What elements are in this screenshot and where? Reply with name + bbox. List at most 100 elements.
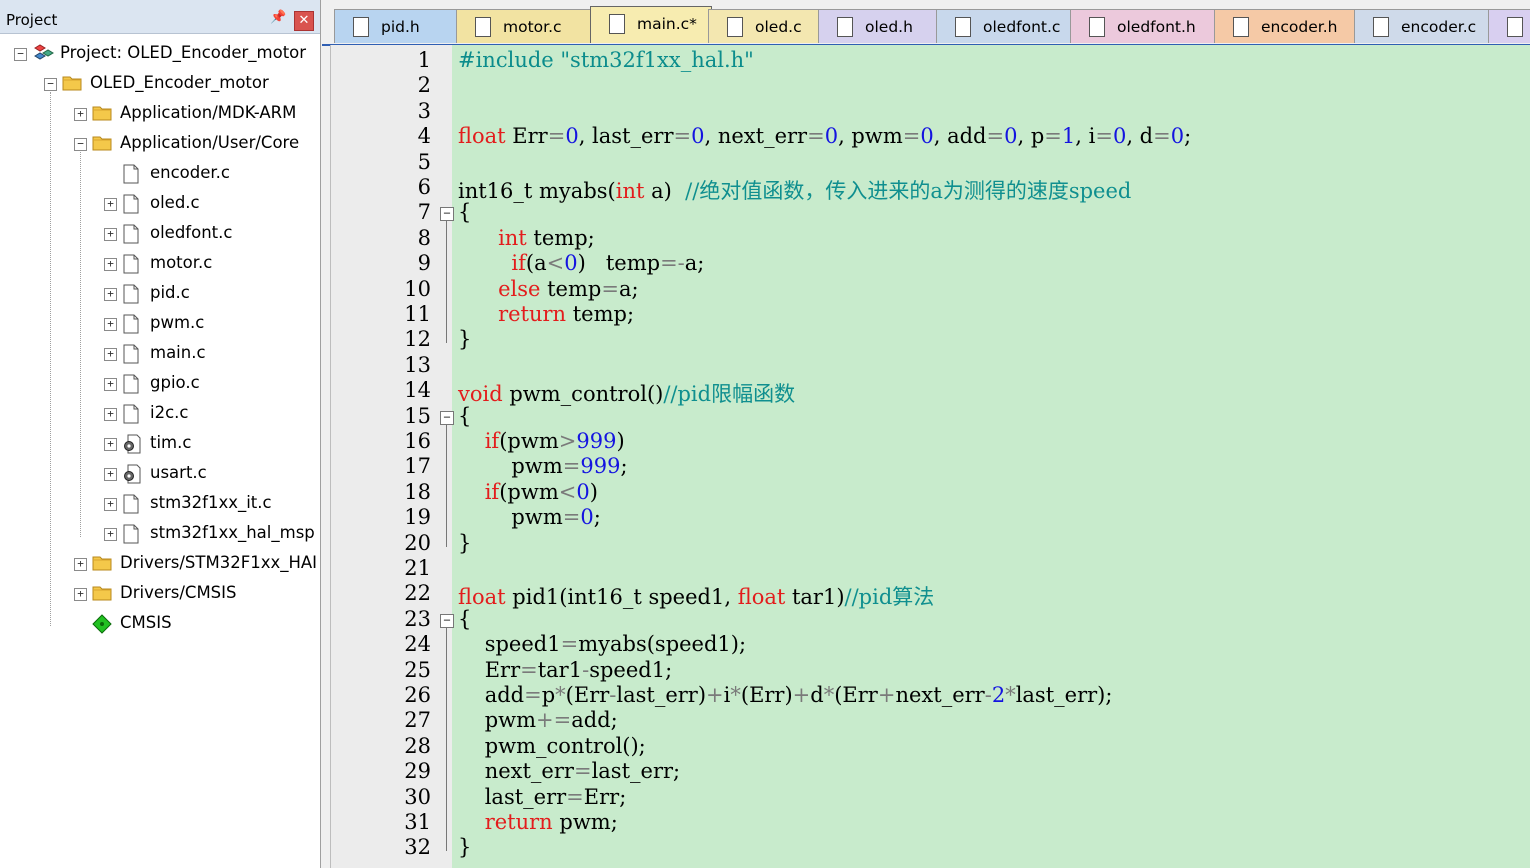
tree-item[interactable]: + usart.c: [0, 459, 318, 489]
line-number: 3: [417, 98, 431, 123]
tab-pid.h[interactable]: pid.h: [334, 9, 460, 43]
tree-item-label: stm32f1xx_hal_msp: [150, 523, 315, 542]
tab-main.c*[interactable]: main.c*: [590, 6, 712, 43]
tree-item[interactable]: − OLED_Encoder_motor: [0, 69, 318, 99]
code-token: float: [458, 124, 506, 149]
line-number: 25: [404, 657, 431, 682]
code-token: 0: [1170, 124, 1185, 149]
file-icon: [837, 17, 853, 37]
code-token: pwm_control();: [458, 733, 646, 758]
code-token: last_err);: [1015, 683, 1113, 707]
code-token: 2: [991, 683, 1006, 707]
expand-icon[interactable]: +: [104, 528, 117, 541]
file-icon: [955, 17, 971, 37]
code-line: int temp;: [458, 226, 595, 250]
tree-item[interactable]: + Drivers/CMSIS: [0, 579, 318, 609]
code-token: myabs(speed1);: [578, 632, 747, 657]
code-line: #include "stm32f1xx_hal.h": [458, 48, 754, 72]
folder-icon: [92, 554, 112, 574]
tab-encoder.h[interactable]: encoder.h: [1214, 9, 1358, 43]
tree-item-label: motor.c: [150, 253, 213, 272]
expand-icon[interactable]: +: [104, 348, 117, 361]
code-token: 999: [580, 454, 621, 479]
fold-toggle-icon[interactable]: −: [440, 613, 454, 628]
tree-item[interactable]: + gpio.c: [0, 369, 318, 399]
tree-item[interactable]: − Project: OLED_Encoder_motor: [0, 39, 318, 69]
tree-item[interactable]: + i2c.c: [0, 399, 318, 429]
code-token: ): [616, 429, 625, 453]
pin-icon[interactable]: 📌: [270, 10, 286, 25]
tree-item[interactable]: + main.c: [0, 339, 318, 369]
expand-icon[interactable]: +: [104, 288, 117, 301]
code-token: //pid算法: [844, 585, 935, 610]
expand-icon[interactable]: +: [74, 558, 87, 571]
code-token: , add: [933, 124, 987, 149]
code-token: =: [1153, 124, 1171, 149]
expand-icon[interactable]: +: [104, 228, 117, 241]
code-line: float Err=0, last_err=0, next_err=0, pwm…: [458, 124, 1191, 148]
expand-icon[interactable]: +: [104, 378, 117, 391]
tree-item[interactable]: + pwm.c: [0, 309, 318, 339]
fold-toggle-icon[interactable]: −: [440, 410, 454, 425]
tab-encoder.c[interactable]: encoder.c: [1354, 9, 1492, 43]
expand-icon[interactable]: +: [104, 408, 117, 421]
code-token: return: [484, 810, 553, 834]
file-icon: [1089, 17, 1105, 37]
close-icon[interactable]: ✕: [294, 11, 314, 31]
code-line: }: [458, 531, 471, 555]
expand-icon[interactable]: +: [104, 468, 117, 481]
tree-item[interactable]: − Application/User/Core: [0, 129, 318, 159]
fold-toggle-icon[interactable]: −: [440, 207, 454, 222]
line-number: 1: [417, 48, 431, 72]
tab-label: encoder.c: [1401, 18, 1477, 36]
tree-item[interactable]: + stm32f1xx_it.c: [0, 489, 318, 519]
code-token: add;: [571, 708, 618, 733]
code-line: add=p*(Err-last_err)+i*(Err)+d*(Err+next…: [458, 683, 1113, 707]
expand-icon[interactable]: +: [104, 498, 117, 511]
tab-more[interactable]: [1488, 9, 1530, 43]
tab-oledfont.c[interactable]: oledfont.c: [936, 9, 1074, 43]
code-token: *: [1005, 683, 1016, 707]
gear-file-icon: [122, 434, 142, 454]
tree-item[interactable]: encoder.c: [0, 159, 318, 189]
line-number: 20: [404, 530, 431, 555]
tree-item[interactable]: + Application/MDK-ARM: [0, 99, 318, 129]
tab-oledfont.h[interactable]: oledfont.h: [1070, 9, 1218, 43]
collapse-icon[interactable]: −: [14, 48, 27, 61]
expand-icon[interactable]: +: [104, 318, 117, 331]
code-token: void: [458, 382, 503, 407]
tab-motor.c[interactable]: motor.c: [456, 9, 594, 43]
expand-icon[interactable]: +: [74, 588, 87, 601]
tree-item[interactable]: + oled.c: [0, 189, 318, 219]
tree-item[interactable]: + Drivers/STM32F1xx_HAI: [0, 549, 318, 579]
line-number: 9: [417, 251, 431, 276]
code-token: float: [737, 585, 786, 610]
code-token: -: [984, 683, 992, 707]
expand-icon[interactable]: +: [104, 258, 117, 271]
code-line: pwm_control();: [458, 734, 646, 758]
tree-item-label: gpio.c: [150, 373, 200, 392]
line-number: 15: [404, 403, 431, 428]
tree-item-label: Application/MDK-ARM: [120, 103, 297, 122]
code-token: //pid限幅函数: [663, 382, 796, 407]
expand-icon[interactable]: +: [74, 108, 87, 121]
tree-item[interactable]: CMSIS: [0, 609, 318, 639]
collapse-icon[interactable]: −: [44, 78, 57, 91]
code-token: *: [555, 683, 566, 707]
tree-item[interactable]: + tim.c: [0, 429, 318, 459]
line-number: 16: [404, 429, 431, 453]
tab-oled.c[interactable]: oled.c: [708, 9, 822, 43]
tree-item[interactable]: + oledfont.c: [0, 219, 318, 249]
tab-oled.h[interactable]: oled.h: [818, 9, 940, 43]
collapse-icon[interactable]: −: [74, 138, 87, 151]
expand-icon[interactable]: +: [104, 438, 117, 451]
tree-item[interactable]: + motor.c: [0, 249, 318, 279]
code-token: 1: [1061, 124, 1076, 149]
tree-item[interactable]: + stm32f1xx_hal_msp: [0, 519, 318, 549]
expand-icon[interactable]: +: [104, 198, 117, 211]
tree-item[interactable]: + pid.c: [0, 279, 318, 309]
line-number: 4: [417, 124, 431, 149]
code-token: 0: [1004, 124, 1018, 149]
code-token: a;: [684, 251, 705, 276]
